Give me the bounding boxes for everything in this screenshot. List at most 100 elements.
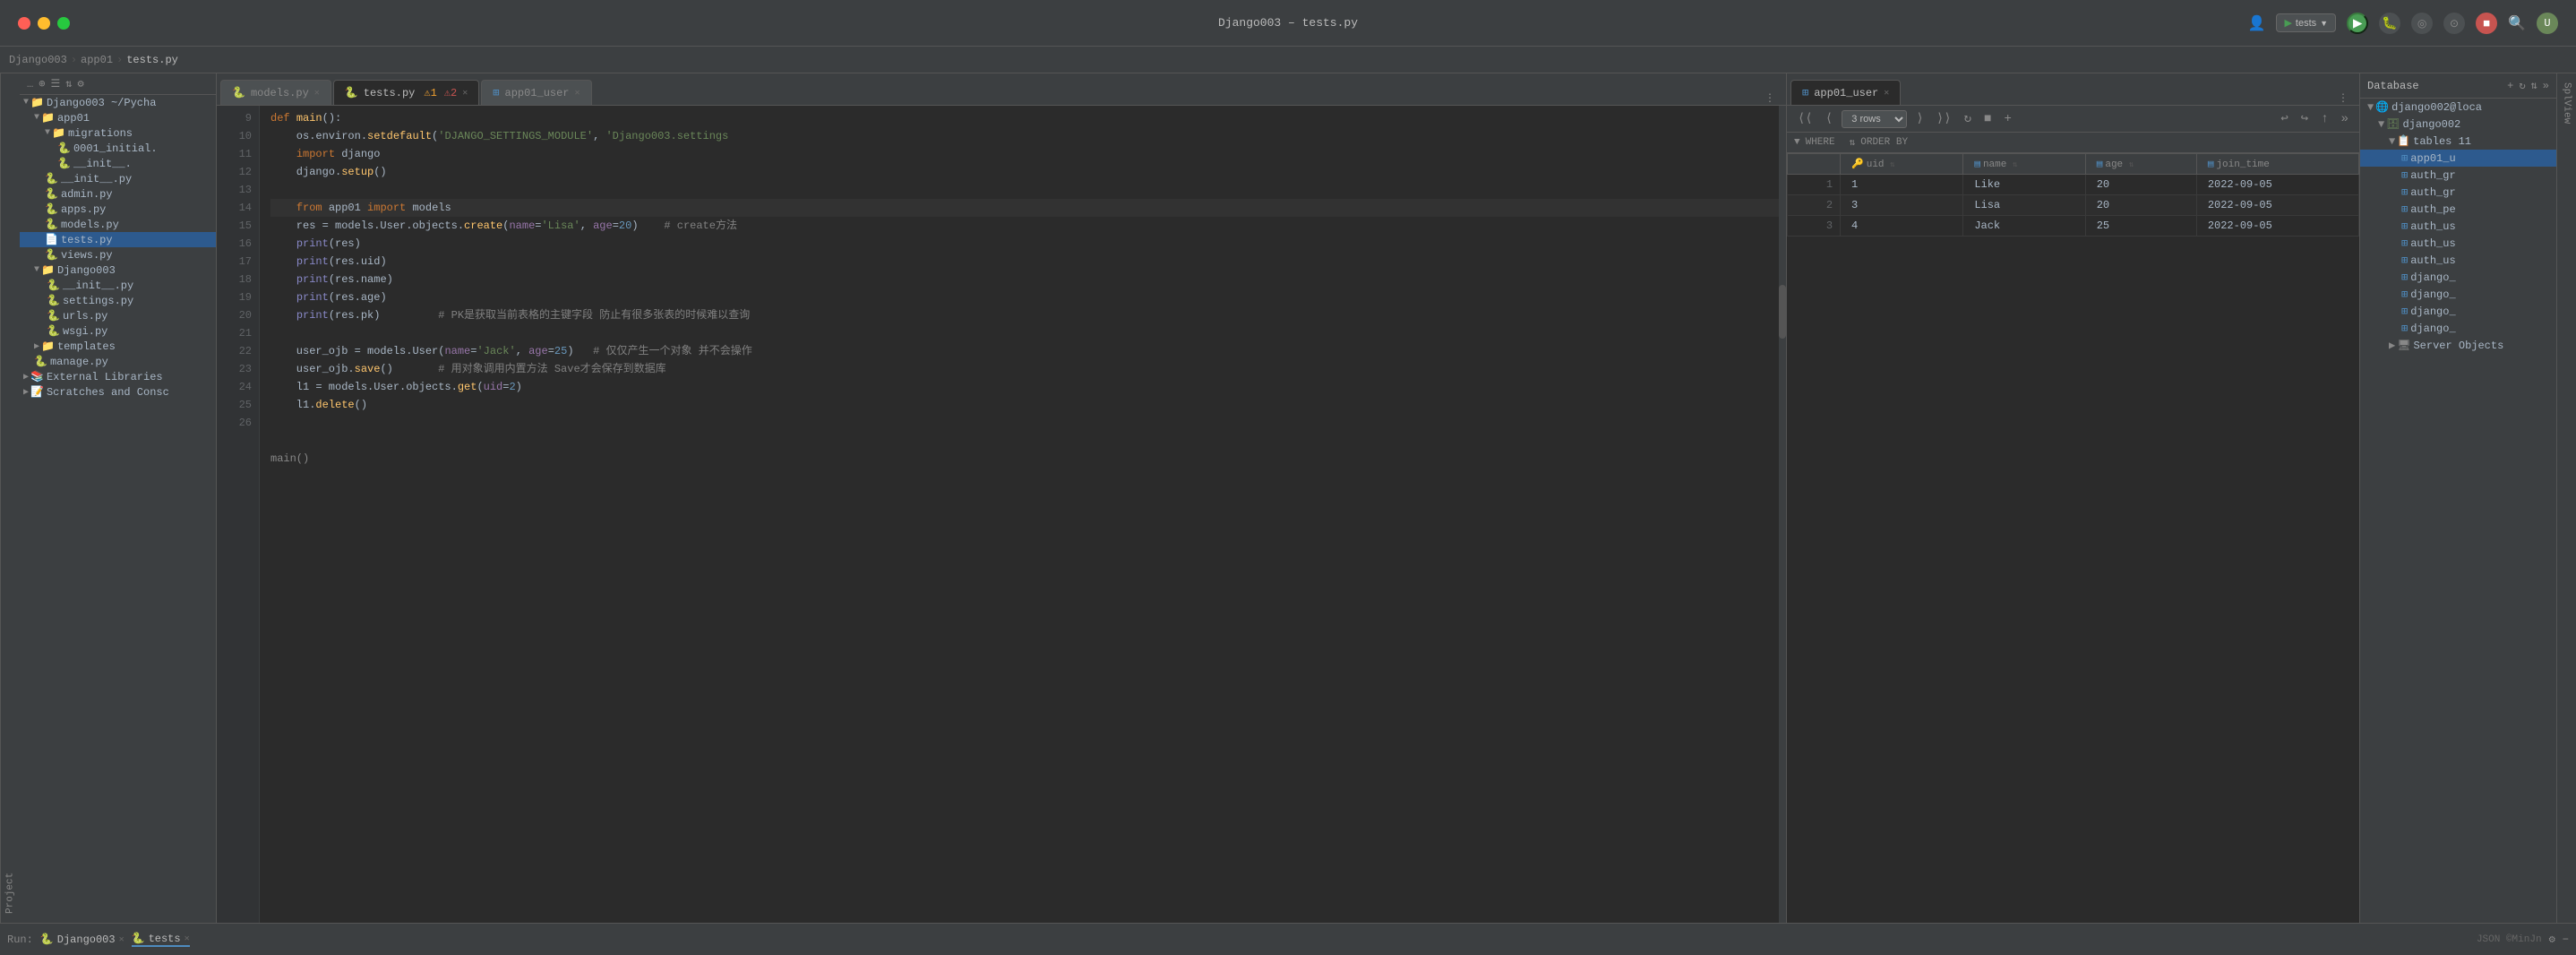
db-upload-icon[interactable]: ↑ [2317,110,2331,128]
cell-join-time-2[interactable]: 2022-09-05 [2196,195,2358,216]
tree-root[interactable]: ▼ 📁 Django003 ~/Pycha [20,95,216,110]
tree-item-scratches[interactable]: ▶ 📝 Scratches and Consc [20,384,216,400]
cell-join-time-1[interactable]: 2022-09-05 [2196,175,2358,195]
panel-collapse-icon[interactable]: ☰ [50,77,60,90]
db-tree-auth-us-1[interactable]: ⊞ auth_us [2360,218,2556,235]
minus-icon-bottom[interactable]: − [2563,933,2569,946]
tree-item-settings[interactable]: 🐍 settings.py [20,293,216,308]
db-tab-more[interactable]: ⋮ [2331,91,2356,105]
col-join-time[interactable]: ▤join_time [2196,154,2358,175]
db-rows-select[interactable]: 3 rows 10 rows 20 rows [1842,110,1907,128]
db-add-icon[interactable]: + [2507,80,2513,92]
run-button[interactable]: ▶ [2347,13,2368,34]
db-expand-sidebar-icon[interactable]: » [2543,80,2549,92]
tree-item-tests[interactable]: 📄 tests.py [20,232,216,247]
cell-uid-3[interactable]: 4 [1841,216,1963,237]
breadcrumb-part-3[interactable]: tests.py [126,54,178,66]
col-age[interactable]: ▤age ⇅ [2085,154,2196,175]
db-vertical-tab[interactable]: SplView [2556,73,2576,923]
close-button[interactable] [18,17,30,30]
run-config-button[interactable]: ▶ tests ▼ [2276,13,2336,32]
db-nav-next-next[interactable]: ⟩⟩ [1933,109,1955,128]
db-filter-sidebar-icon[interactable]: ⇅ [2531,79,2537,92]
tree-item-models[interactable]: 🐍 models.py [20,217,216,232]
django003-run-tab[interactable]: 🐍 Django003 ✕ [40,933,125,946]
maximize-button[interactable] [57,17,70,30]
search-icon[interactable]: 🔍 [2508,14,2526,32]
tab-tests-close[interactable]: ✕ [462,88,468,99]
settings-icon-bottom[interactable]: ⚙ [2549,933,2555,946]
panel-filter-icon[interactable]: ⇅ [65,77,72,90]
tree-item-templates[interactable]: ▶ 📁 templates [20,339,216,354]
db-nav-next[interactable]: ⟩ [1912,109,1927,128]
db-nav-prev-prev[interactable]: ⟨⟨ [1794,109,1816,128]
cell-age-3[interactable]: 25 [2085,216,2196,237]
stop-button[interactable]: ■ [2476,13,2497,34]
tree-item-urls[interactable]: 🐍 urls.py [20,308,216,323]
tree-item-migrations[interactable]: ▼ 📁 migrations [20,125,216,141]
code-editor[interactable]: def main(): os.environ.setdefault('DJANG… [260,106,1779,923]
tree-item-init-django003[interactable]: 🐍 __init__.py [20,278,216,293]
tree-item-0001[interactable]: 🐍 0001_initial. [20,141,216,156]
minimize-button[interactable] [38,17,50,30]
db-undo-icon[interactable]: ↩ [2277,109,2291,128]
db-redo-icon[interactable]: ↪ [2297,109,2312,128]
db-tree-django-1[interactable]: ⊞ django_ [2360,269,2556,286]
db-tree-connection[interactable]: ▼ 🌐 django002@loca [2360,99,2556,116]
db-expand-icon[interactable]: » [2338,110,2352,128]
db-tree-auth-gr-1[interactable]: ⊞ auth_gr [2360,167,2556,184]
table-row[interactable]: 3 4 Jack 25 2022-09-05 [1788,216,2359,237]
db-refresh-icon[interactable]: ↻ [1961,109,1975,128]
db-tree-server-objects[interactable]: ▶ 🖥 Server Objects [2360,337,2556,354]
breadcrumb-part-2[interactable]: app01 [81,54,113,66]
project-vertical-tab[interactable]: Project [0,73,20,923]
coverage-button[interactable]: ◎ [2411,13,2433,34]
db-stop-icon[interactable]: ■ [1980,110,1995,128]
db-nav-prev[interactable]: ⟨ [1822,109,1836,128]
editor-scrollbar[interactable] [1779,106,1786,923]
cell-name-1[interactable]: Like [1963,175,2085,195]
breadcrumb-part-1[interactable]: Django003 [9,54,67,66]
tab-models-close[interactable]: ✕ [314,88,320,99]
tree-item-admin[interactable]: 🐍 admin.py [20,186,216,202]
user-icon[interactable]: 👤 [2248,14,2266,32]
tree-item-app01[interactable]: ▼ 📁 app01 [20,110,216,125]
db-tree-database[interactable]: ▼ 🗄 django002 [2360,116,2556,133]
db-tree-app01-user[interactable]: ⊞ app01_u [2360,150,2556,167]
db-tree-auth-gr-2[interactable]: ⊞ auth_gr [2360,184,2556,201]
cell-uid-1[interactable]: 1 [1841,175,1963,195]
db-tree-tables[interactable]: ▼ 📋 tables 11 [2360,133,2556,150]
cell-age-2[interactable]: 20 [2085,195,2196,216]
db-tree-auth-us-3[interactable]: ⊞ auth_us [2360,252,2556,269]
col-uid[interactable]: 🔑uid ⇅ [1841,154,1963,175]
db-tree-django-4[interactable]: ⊞ django_ [2360,320,2556,337]
panel-settings-icon[interactable]: ⚙ [77,77,83,90]
tab-tests-py[interactable]: 🐍 tests.py ⚠1 ⚠2 ✕ [333,80,479,105]
tree-item-init-migrations[interactable]: 🐍 __init__. [20,156,216,171]
tree-item-wsgi[interactable]: 🐍 wsgi.py [20,323,216,339]
tree-item-manage[interactable]: 🐍 manage.py [20,354,216,369]
db-tab-close[interactable]: ✕ [1884,88,1889,99]
db-tree-auth-pe[interactable]: ⊞ auth_pe [2360,201,2556,218]
table-row[interactable]: 2 3 Lisa 20 2022-09-05 [1788,195,2359,216]
tree-item-external[interactable]: ▶ 📚 External Libraries [20,369,216,384]
django003-close[interactable]: ✕ [119,934,125,945]
cell-join-time-3[interactable]: 2022-09-05 [2196,216,2358,237]
tree-item-init-app01[interactable]: 🐍 __init__.py [20,171,216,186]
col-name[interactable]: ▤name ⇅ [1963,154,2085,175]
cell-name-3[interactable]: Jack [1963,216,2085,237]
panel-sync-icon[interactable]: ⊕ [39,77,45,90]
db-tree-django-3[interactable]: ⊞ django_ [2360,303,2556,320]
cell-uid-2[interactable]: 3 [1841,195,1963,216]
tab-more-button[interactable]: ⋮ [1757,91,1782,105]
db-tree-auth-us-2[interactable]: ⊞ auth_us [2360,235,2556,252]
db-refresh-sidebar-icon[interactable]: ↻ [2519,79,2525,92]
db-tab-app01-user[interactable]: ⊞ app01_user ✕ [1790,80,1901,105]
tree-item-django003[interactable]: ▼ 📁 Django003 [20,262,216,278]
db-add-row-icon[interactable]: + [2000,110,2014,128]
tab-app01-user-close[interactable]: ✕ [575,88,580,99]
debug-button[interactable]: 🐛 [2379,13,2400,34]
cell-name-2[interactable]: Lisa [1963,195,2085,216]
tab-models-py[interactable]: 🐍 models.py ✕ [220,80,331,105]
tests-run-tab[interactable]: 🐍 tests ✕ [132,932,190,947]
